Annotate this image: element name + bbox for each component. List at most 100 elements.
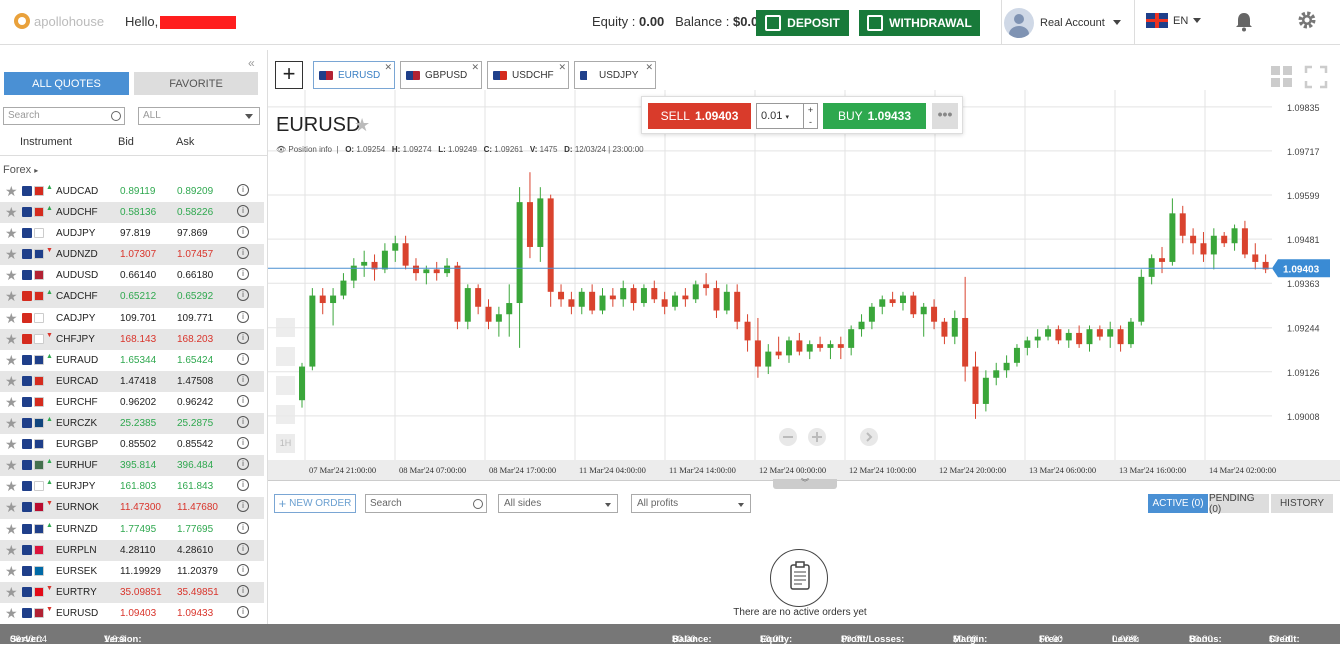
candle-body[interactable] [806, 344, 813, 352]
favorite-star-icon[interactable]: ★ [5, 247, 18, 261]
candle-body[interactable] [1096, 329, 1103, 337]
tab-active-orders[interactable]: ACTIVE (0) [1148, 494, 1208, 513]
favorite-star-icon[interactable]: ★ [5, 437, 18, 451]
candle-body[interactable] [651, 288, 658, 300]
close-tab-icon[interactable]: ✕ [645, 62, 653, 73]
info-icon[interactable]: i [237, 458, 249, 471]
candle-body[interactable] [1076, 332, 1083, 345]
candle-body[interactable] [1148, 258, 1155, 277]
candle-body[interactable] [1169, 213, 1176, 262]
candle-body[interactable] [433, 269, 440, 274]
candle-body[interactable] [1045, 329, 1052, 337]
new-order-button[interactable]: + NEW ORDER [274, 494, 356, 513]
candle-body[interactable] [464, 288, 471, 322]
info-icon[interactable]: i [237, 331, 249, 344]
candle-body[interactable] [392, 243, 399, 251]
quote-row[interactable]: ★ ▲ EURNZD 1.77495 1.77695 i [0, 519, 264, 540]
candle-body[interactable] [402, 243, 409, 266]
candle-body[interactable] [931, 306, 938, 322]
candle-body[interactable] [578, 291, 585, 307]
candle-body[interactable] [1086, 329, 1093, 345]
candle-body[interactable] [723, 291, 730, 311]
account-selector[interactable]: Real Account [1001, 0, 1135, 45]
candle-body[interactable] [1241, 228, 1248, 255]
quote-row[interactable]: ★ ▲ AUDCAD 0.89119 0.89209 i [0, 181, 264, 202]
favorite-star-icon[interactable]: ★ [5, 184, 18, 198]
info-icon[interactable]: i [237, 584, 249, 597]
layout-grid-icon[interactable] [1270, 65, 1294, 89]
favorite-star-icon[interactable]: ★ [5, 226, 18, 240]
tab-all-quotes[interactable]: ALL QUOTES [4, 72, 129, 95]
candle-body[interactable] [1013, 347, 1020, 363]
quote-row[interactable]: ★ ▲ EURAUD 1.65344 1.65424 i [0, 350, 264, 371]
info-icon[interactable]: i [237, 268, 249, 281]
candle-body[interactable] [672, 295, 679, 307]
candle-body[interactable] [319, 295, 326, 304]
candle-body[interactable] [962, 317, 969, 367]
add-chart-button[interactable]: + [275, 61, 303, 89]
buy-button[interactable]: BUY 1.09433 [823, 103, 926, 129]
candle-body[interactable] [1221, 235, 1228, 244]
favorite-star-icon[interactable]: ★ [5, 353, 18, 367]
quote-row[interactable]: ★ CADJPY 109.701 109.771 i [0, 308, 264, 329]
candle-body[interactable] [744, 321, 751, 341]
group-forex[interactable]: Forex ▸ [3, 164, 38, 176]
timeframe-icon[interactable]: 1H [276, 434, 295, 453]
candle-body[interactable] [754, 340, 761, 367]
quote-row[interactable]: ★ EURPLN 4.28110 4.28610 i [0, 539, 264, 561]
candle-body[interactable] [547, 198, 554, 292]
info-icon[interactable]: i [237, 310, 249, 323]
candle-body[interactable] [568, 299, 575, 307]
candle-body[interactable] [1117, 329, 1124, 345]
info-icon[interactable]: i [237, 352, 249, 365]
candle-body[interactable] [1179, 213, 1186, 236]
close-tab-icon[interactable]: ✕ [384, 62, 392, 73]
candle-body[interactable] [412, 265, 419, 274]
quote-row[interactable]: ★ EURGBP 0.85502 0.85542 i [0, 434, 264, 455]
sides-select[interactable]: All sides [498, 494, 618, 513]
candle-body[interactable] [1055, 329, 1062, 341]
candle-body[interactable] [1034, 336, 1041, 341]
candle-body[interactable] [361, 261, 368, 266]
candle-body[interactable] [765, 351, 772, 367]
candle-body[interactable] [879, 299, 886, 307]
favorite-star-icon[interactable]: ★ [5, 395, 18, 409]
favorite-star-icon[interactable]: ★ [5, 585, 18, 599]
favorite-star-icon[interactable]: ★ [5, 500, 18, 514]
candle-body[interactable] [1200, 243, 1207, 255]
candle-body[interactable] [589, 291, 596, 311]
tab-chart-gbpusd[interactable]: GBPUSD ✕ [400, 61, 482, 89]
cursor-icon[interactable] [276, 347, 295, 366]
quote-row[interactable]: ★ ▼ EURTRY 35.09851 35.49851 i [0, 581, 264, 603]
info-icon[interactable]: i [237, 247, 249, 260]
candle-body[interactable] [661, 299, 668, 307]
fullscreen-icon[interactable] [1304, 65, 1328, 89]
info-icon[interactable]: i [237, 500, 249, 513]
candle-body[interactable] [526, 202, 533, 247]
info-icon[interactable]: i [237, 521, 249, 534]
info-icon[interactable]: i [237, 416, 249, 429]
candle-body[interactable] [485, 306, 492, 322]
deposit-button[interactable]: DEPOSIT [756, 10, 849, 36]
favorite-star-icon[interactable]: ★ [5, 458, 18, 472]
candle-body[interactable] [1065, 332, 1072, 341]
quote-row[interactable]: ★ AUDJPY 97.819 97.869 i [0, 223, 264, 244]
candle-body[interactable] [889, 299, 896, 304]
candle-body[interactable] [640, 288, 647, 304]
candle-body[interactable] [516, 202, 523, 304]
candle-body[interactable] [817, 344, 824, 348]
bell-icon[interactable] [1235, 12, 1253, 32]
candle-body[interactable] [630, 288, 637, 304]
candle-body[interactable] [920, 306, 927, 315]
candle-body[interactable] [692, 284, 699, 300]
candle-body[interactable] [1138, 276, 1145, 322]
candle-body[interactable] [1190, 235, 1197, 244]
sell-button[interactable]: SELL 1.09403 [648, 103, 751, 129]
tab-chart-usdchf[interactable]: USDCHF ✕ [487, 61, 569, 89]
quote-row[interactable]: ★ EURSEK 11.19929 11.20379 i [0, 561, 264, 582]
lot-stepper[interactable]: + - [803, 104, 817, 128]
candle-body[interactable] [713, 288, 720, 311]
quote-row[interactable]: ★ EURCAD 1.47418 1.47508 i [0, 370, 264, 392]
candle-body[interactable] [330, 295, 337, 304]
candle-body[interactable] [1107, 329, 1114, 337]
